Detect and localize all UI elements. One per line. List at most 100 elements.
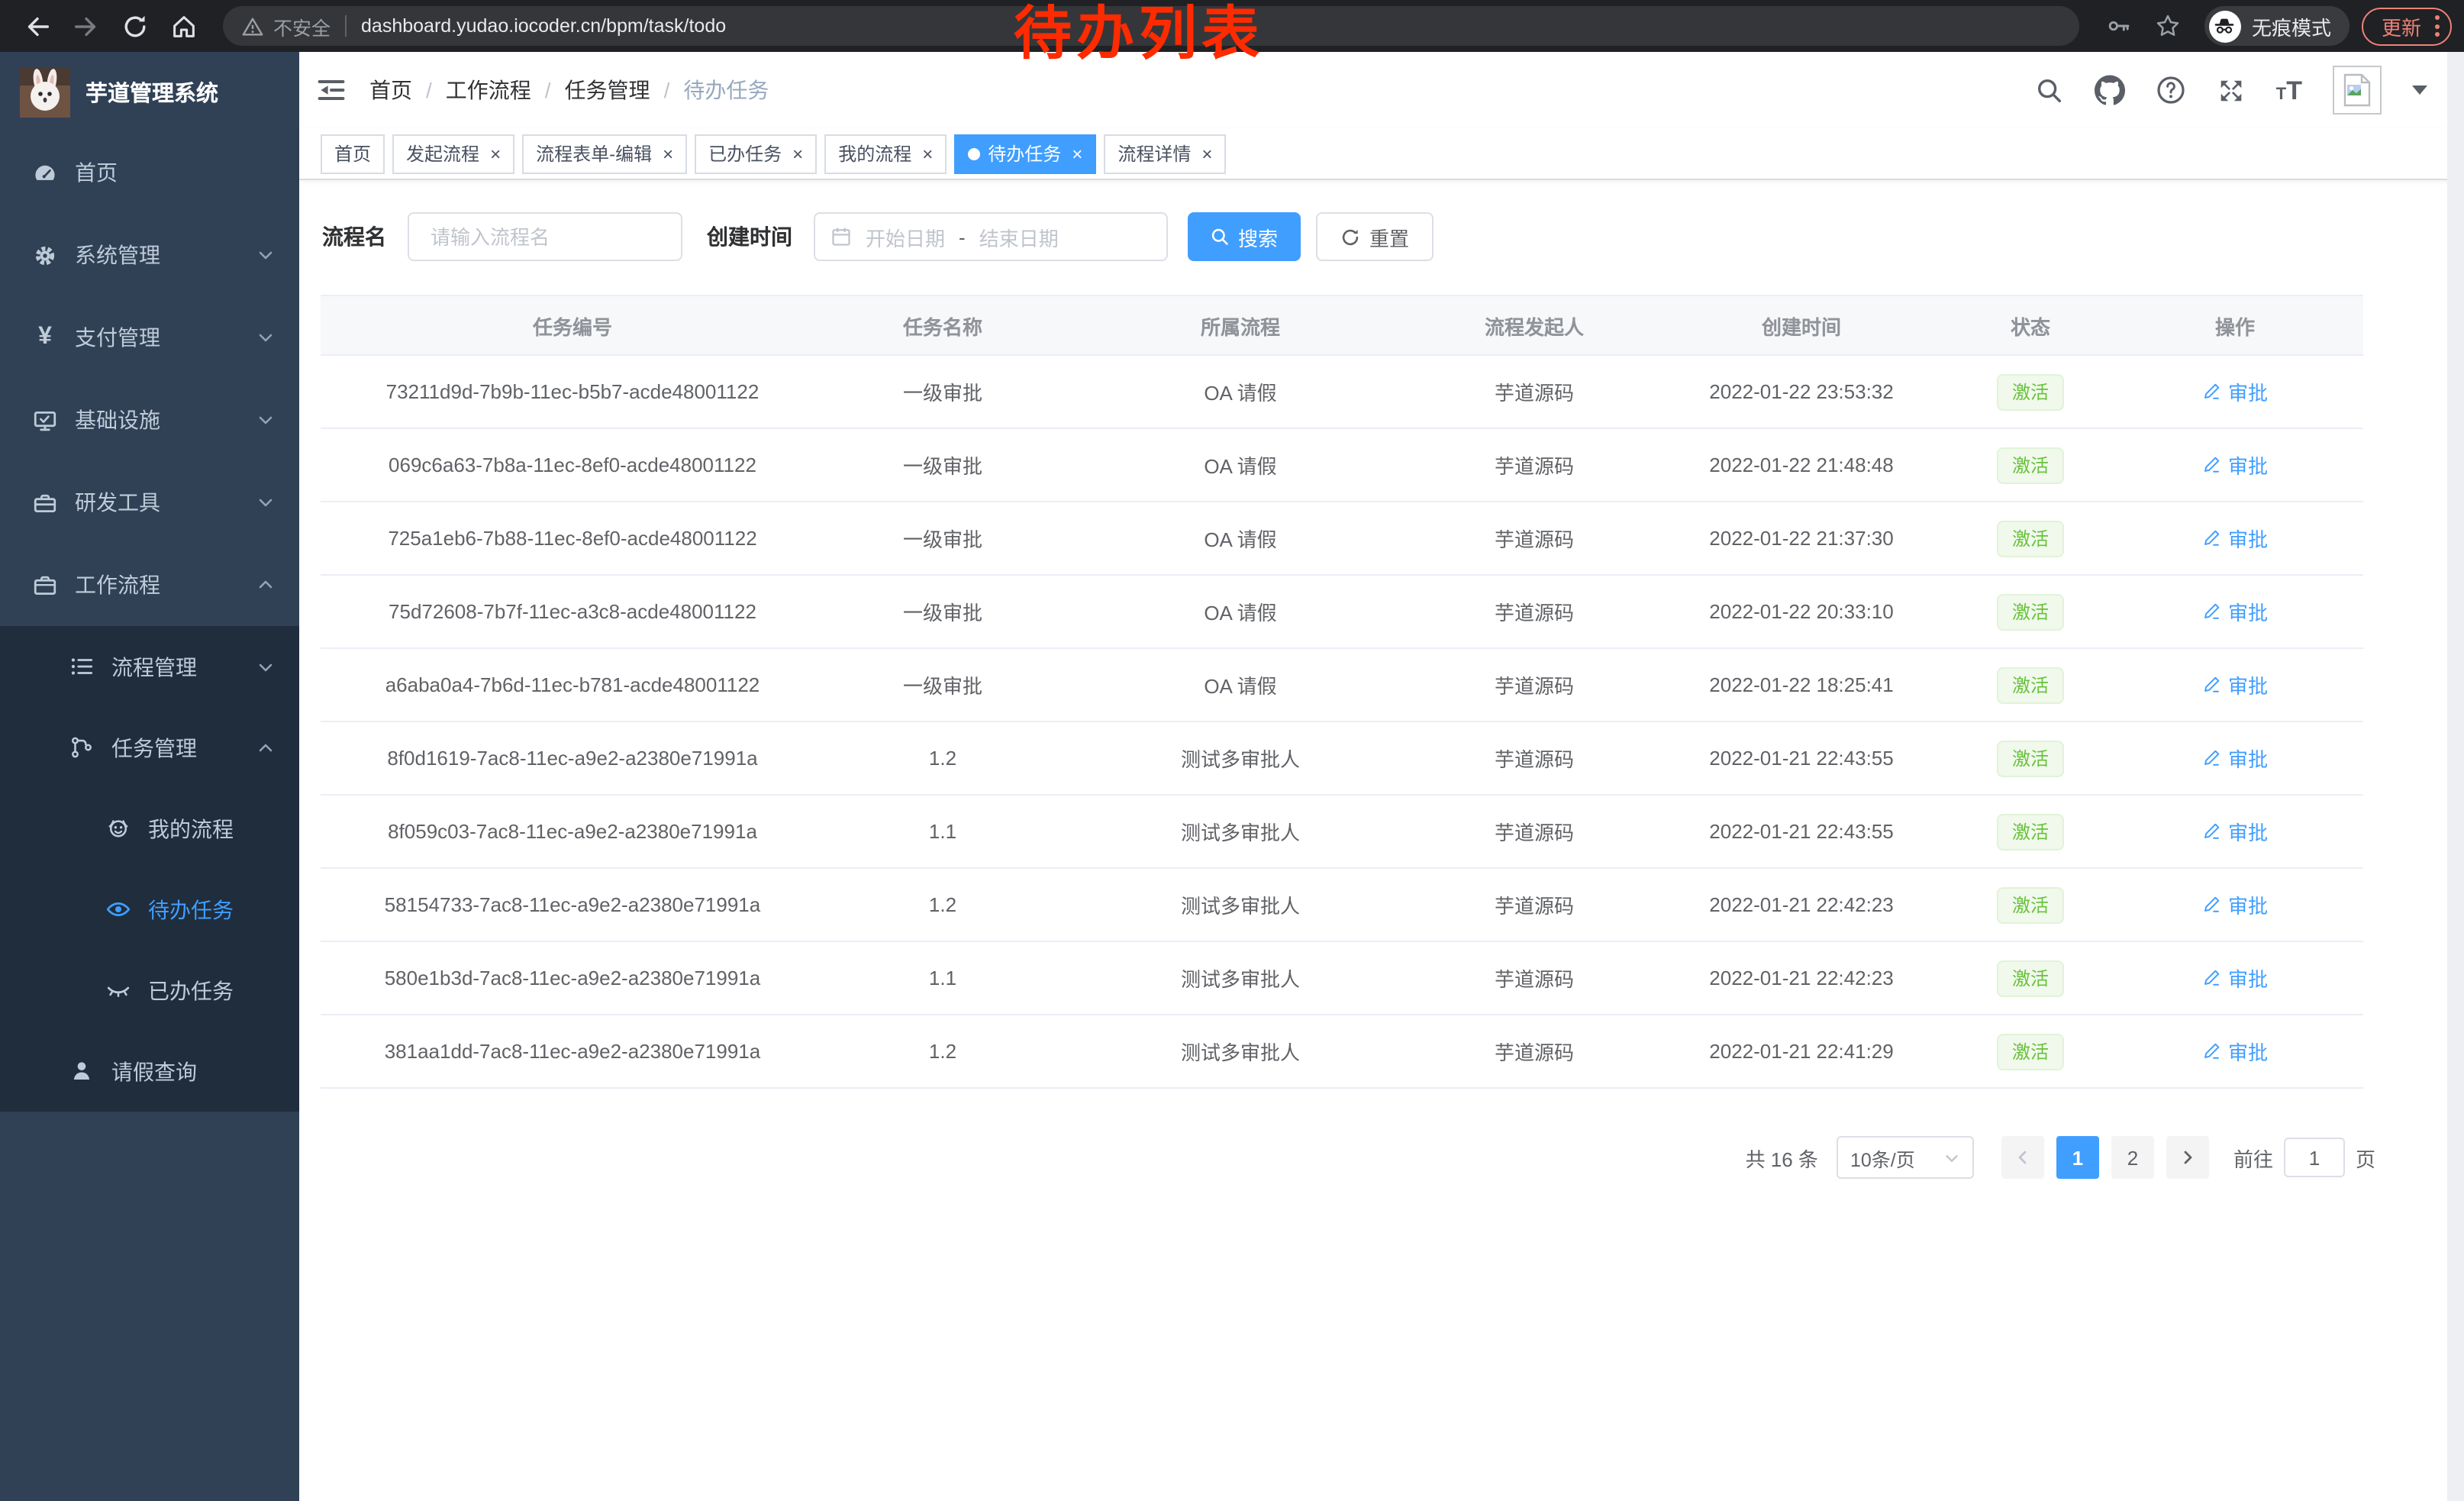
sidebar-item-process-management[interactable]: 流程管理 <box>0 626 299 707</box>
sidebar-item-todo-tasks[interactable]: 待办任务 <box>0 869 299 950</box>
fullscreen-icon[interactable] <box>2217 76 2246 105</box>
breadcrumb-home[interactable]: 首页 <box>369 75 412 105</box>
page-annotation-title: 待办列表 <box>1014 2 1264 71</box>
approve-button[interactable]: 审批 <box>2202 524 2268 553</box>
forward-icon[interactable] <box>66 6 105 46</box>
update-chrome-button[interactable]: 更新 <box>2362 7 2452 45</box>
cell-task-id: 069c6a63-7b8a-11ec-8ef0-acde48001122 <box>321 454 824 476</box>
sidebar-item-infrastructure[interactable]: 基础设施 <box>0 379 299 461</box>
cell-initiator: 芋道源码 <box>1420 890 1649 919</box>
avatar-caret-icon[interactable] <box>2412 86 2427 95</box>
status-badge: 激活 <box>1997 740 2064 776</box>
edit-pencil-icon <box>2202 528 2222 548</box>
tab-close-icon[interactable]: × <box>792 144 803 163</box>
col-create-time: 创建时间 <box>1649 311 1954 340</box>
page-button-2[interactable]: 2 <box>2111 1136 2154 1179</box>
cell-actions: 审批 <box>2107 817 2363 846</box>
cell-task-id: 58154733-7ac8-11ec-a9e2-a2380e71991a <box>321 893 824 916</box>
sidebar-collapse-icon[interactable] <box>314 73 348 107</box>
pagination-total: 共 16 条 <box>1746 1143 1818 1172</box>
tab-bar: 首页 发起流程 × 流程表单-编辑 × 已办任务 × 我的流程 × <box>299 128 2464 180</box>
sidebar-item-my-process[interactable]: 我的流程 <box>0 788 299 869</box>
list-tree-icon <box>69 654 95 679</box>
person-icon <box>69 1058 95 1084</box>
process-name-input[interactable] <box>427 224 663 250</box>
date-range-picker[interactable]: 开始日期 - 结束日期 <box>814 212 1168 261</box>
eye-closed-icon <box>105 977 131 1003</box>
sidebar-item-home[interactable]: 首页 <box>0 131 299 214</box>
sidebar-item-workflow[interactable]: 工作流程 <box>0 544 299 626</box>
approve-button[interactable]: 审批 <box>2202 597 2268 626</box>
sidebar-menu: 首页 系统管理 ¥ 支付管理 基础设施 <box>0 131 299 1112</box>
incognito-label: 无痕模式 <box>2252 11 2331 40</box>
url-text[interactable]: dashboard.yudao.iocoder.cn/bpm/task/todo <box>361 15 726 37</box>
sidebar-item-payment[interactable]: ¥ 支付管理 <box>0 296 299 379</box>
cell-status: 激活 <box>1954 373 2107 410</box>
tab-process-detail[interactable]: 流程详情 × <box>1104 134 1226 173</box>
sidebar-item-label: 系统管理 <box>75 240 160 270</box>
reset-button[interactable]: 重置 <box>1316 212 1434 261</box>
tab-close-icon[interactable]: × <box>490 144 501 163</box>
tab-process-form-edit[interactable]: 流程表单-编辑 × <box>522 134 687 173</box>
cell-task-name: 1.2 <box>824 747 1061 770</box>
breadcrumb-workflow[interactable]: 工作流程 <box>446 75 531 105</box>
status-badge: 激活 <box>1997 520 2064 557</box>
key-icon[interactable] <box>2099 6 2139 46</box>
approve-button[interactable]: 审批 <box>2202 377 2268 406</box>
tab-my-process[interactable]: 我的流程 × <box>824 134 947 173</box>
breadcrumb-separator: / <box>426 78 432 102</box>
browser-menu-icon[interactable] <box>2435 15 2440 37</box>
prev-page-button[interactable] <box>2001 1136 2044 1179</box>
sidebar-item-leave-query[interactable]: 请假查询 <box>0 1031 299 1112</box>
tab-home[interactable]: 首页 <box>321 134 385 173</box>
back-icon[interactable] <box>17 6 56 46</box>
page-size-select[interactable]: 10条/页 <box>1837 1136 1974 1179</box>
workflow-submenu: 流程管理 任务管理 我的流程 待办任务 <box>0 626 299 1112</box>
approve-button[interactable]: 审批 <box>2202 964 2268 993</box>
sidebar-item-done-tasks[interactable]: 已办任务 <box>0 950 299 1031</box>
app-logo-row[interactable]: 芋道管理系统 <box>0 52 299 131</box>
refresh-icon <box>1340 227 1360 247</box>
approve-button[interactable]: 审批 <box>2202 1037 2268 1066</box>
cell-process: 测试多审批人 <box>1061 890 1420 919</box>
reload-icon[interactable] <box>114 6 154 46</box>
sidebar: 芋道管理系统 首页 系统管理 ¥ 支付管理 <box>0 52 299 1501</box>
sidebar-item-label: 支付管理 <box>75 322 160 353</box>
search-button[interactable]: 搜索 <box>1188 212 1301 261</box>
calendar-icon <box>830 226 852 247</box>
tab-close-icon[interactable]: × <box>1072 144 1082 163</box>
tab-todo-tasks[interactable]: 待办任务 × <box>954 134 1096 173</box>
next-page-button[interactable] <box>2166 1136 2209 1179</box>
sidebar-item-dev-tools[interactable]: 研发工具 <box>0 461 299 544</box>
page-button-1[interactable]: 1 <box>2056 1136 2099 1179</box>
update-label[interactable]: 更新 <box>2382 11 2421 40</box>
avatar[interactable] <box>2333 66 2382 115</box>
breadcrumb-task-management[interactable]: 任务管理 <box>565 75 650 105</box>
edit-pencil-icon <box>2202 748 2222 768</box>
table-row: 580e1b3d-7ac8-11ec-a9e2-a2380e71991a1.1测… <box>321 942 2363 1015</box>
bookmark-star-icon[interactable] <box>2148 6 2188 46</box>
font-size-icon[interactable]: TT <box>2276 77 2302 103</box>
tab-close-icon[interactable]: × <box>922 144 933 163</box>
approve-button[interactable]: 审批 <box>2202 890 2268 919</box>
goto-page-input[interactable] <box>2284 1138 2345 1177</box>
tab-done-tasks[interactable]: 已办任务 × <box>695 134 817 173</box>
approve-button[interactable]: 审批 <box>2202 670 2268 699</box>
tab-label: 我的流程 <box>838 140 911 166</box>
sidebar-item-label: 基础设施 <box>75 405 160 435</box>
security-label[interactable]: 不安全 <box>273 11 331 40</box>
tab-start-process[interactable]: 发起流程 × <box>392 134 514 173</box>
chevron-up-icon <box>256 738 275 757</box>
tab-close-icon[interactable]: × <box>663 144 673 163</box>
github-icon[interactable] <box>2095 75 2125 105</box>
search-icon[interactable] <box>2035 76 2064 105</box>
tab-close-icon[interactable]: × <box>1201 144 1212 163</box>
sidebar-item-task-management[interactable]: 任务管理 <box>0 707 299 788</box>
home-icon[interactable] <box>163 6 203 46</box>
approve-button[interactable]: 审批 <box>2202 450 2268 479</box>
approve-button[interactable]: 审批 <box>2202 744 2268 773</box>
help-icon[interactable] <box>2156 75 2186 105</box>
sidebar-item-system[interactable]: 系统管理 <box>0 214 299 296</box>
browser-scrollbar[interactable] <box>2447 52 2464 1501</box>
approve-button[interactable]: 审批 <box>2202 817 2268 846</box>
